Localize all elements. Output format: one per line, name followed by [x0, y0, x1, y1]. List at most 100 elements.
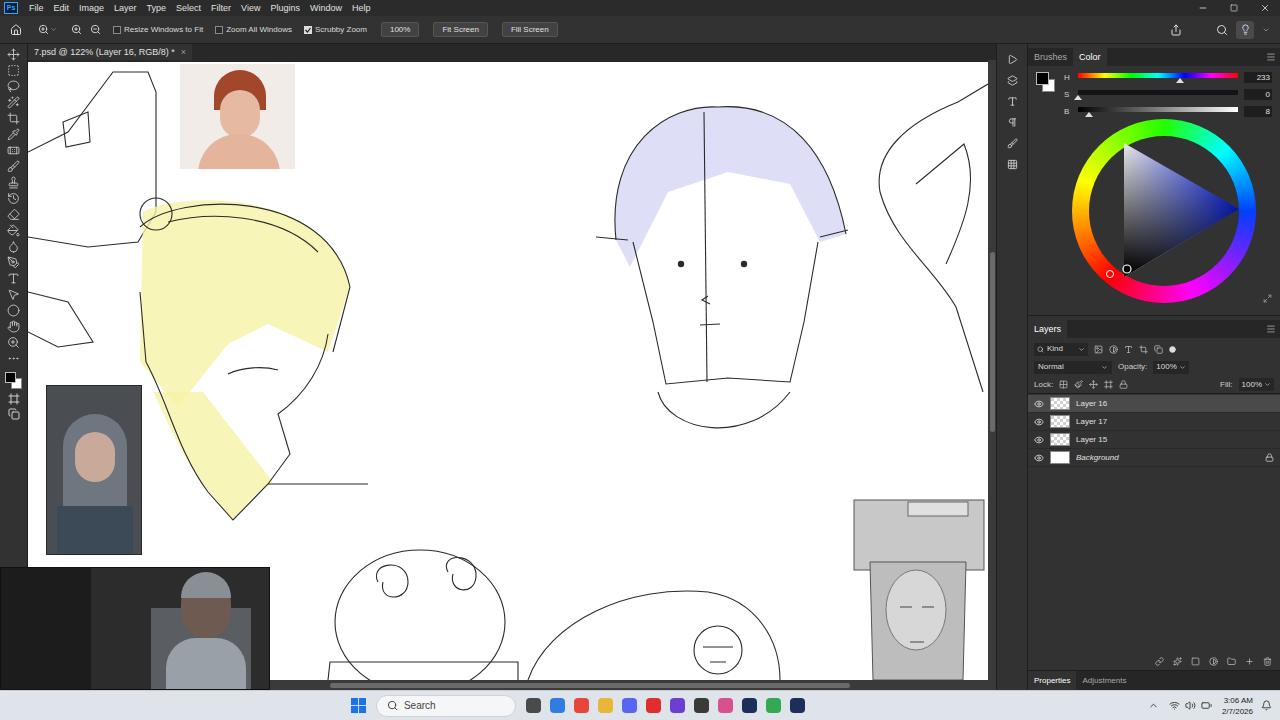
color-wheel[interactable] [1072, 119, 1256, 303]
taskbar-app-icon[interactable] [670, 698, 685, 713]
taskbar-app-icon[interactable] [718, 698, 733, 713]
delete-layer-icon[interactable] [1263, 657, 1272, 666]
hue-marker[interactable] [1106, 270, 1114, 278]
screen-mode-icon[interactable] [8, 408, 20, 420]
taskbar-search[interactable]: Search [376, 695, 516, 717]
grid-icon[interactable] [1007, 159, 1018, 170]
slider-value[interactable]: 8 [1244, 106, 1272, 117]
menu-item[interactable]: Help [347, 0, 376, 16]
layer-mask-icon[interactable] [1191, 657, 1200, 666]
lock-all-icon[interactable] [1119, 380, 1128, 389]
color-triangle[interactable] [1072, 119, 1256, 303]
eraser-icon[interactable] [7, 208, 20, 221]
shape-icon[interactable] [7, 304, 20, 317]
color-swatches[interactable] [1036, 72, 1056, 94]
character-icon[interactable] [1007, 96, 1018, 107]
lock-transparency-icon[interactable] [1059, 380, 1068, 389]
wifi-icon[interactable] [1169, 700, 1180, 711]
brush-icon[interactable] [7, 160, 20, 173]
zoom-icon[interactable] [7, 336, 20, 349]
layer-style-icon[interactable] [1173, 657, 1182, 666]
clock[interactable]: 3:06 AM2/7/2026 [1222, 695, 1253, 717]
panel-tab[interactable]: Color [1073, 48, 1107, 66]
panel-tab[interactable]: Layers [1028, 320, 1067, 338]
taskbar-app-icon[interactable] [694, 698, 709, 713]
smart-filter-icon[interactable] [1154, 345, 1163, 354]
option-checkbox[interactable]: Scrubby Zoom [304, 24, 367, 36]
lasso-icon[interactable] [7, 80, 20, 93]
taskbar-app-icon[interactable] [598, 698, 613, 713]
lock-position-icon[interactable] [1089, 380, 1098, 389]
visibility-icon[interactable] [1034, 399, 1044, 409]
menu-item[interactable]: Select [171, 0, 206, 16]
opacity-field[interactable]: 100% [1153, 361, 1188, 374]
crop-icon[interactable] [7, 112, 20, 125]
blur-icon[interactable] [7, 240, 20, 253]
pixel-filter-icon[interactable] [1094, 345, 1103, 354]
kind-filter[interactable]: Kind [1034, 343, 1088, 356]
layer-row[interactable]: Background [1028, 449, 1280, 467]
layer-row[interactable]: Layer 15 [1028, 431, 1280, 449]
adjustment-layer-icon[interactable] [1209, 657, 1218, 666]
app-logo[interactable]: Ps [4, 2, 18, 14]
menu-item[interactable]: Image [74, 0, 109, 16]
color-slider[interactable]: H233 [1064, 72, 1272, 83]
home-icon[interactable] [10, 24, 22, 36]
link-layers-icon[interactable] [1155, 657, 1164, 666]
search-icon[interactable] [1216, 24, 1228, 36]
shape-filter-icon[interactable] [1139, 345, 1148, 354]
notifications-icon[interactable] [1261, 700, 1272, 711]
close-icon[interactable] [1260, 3, 1270, 13]
taskbar-app-icon[interactable] [790, 698, 805, 713]
maximize-icon[interactable] [1230, 4, 1238, 12]
layer-row[interactable]: Layer 17 [1028, 413, 1280, 431]
fill-field[interactable]: 100% [1239, 378, 1274, 391]
new-layer-icon[interactable] [1245, 657, 1254, 666]
panel-tab[interactable]: Adjustments [1076, 671, 1132, 690]
tray-overflow-icon[interactable] [1148, 700, 1159, 711]
history-brush-icon[interactable] [7, 192, 20, 205]
taskbar-app-icon[interactable] [622, 698, 637, 713]
share-icon[interactable] [1170, 24, 1182, 36]
volume-icon[interactable] [1185, 700, 1196, 711]
zoom-out-icon[interactable] [90, 24, 101, 35]
menu-item[interactable]: Plugins [265, 0, 305, 16]
option-button[interactable]: 100% [381, 22, 419, 37]
color-slider[interactable]: S0 [1064, 89, 1272, 100]
path-select-icon[interactable] [7, 288, 20, 301]
slider-value[interactable]: 233 [1244, 72, 1272, 83]
taskbar-app-icon[interactable] [526, 698, 541, 713]
pen-icon[interactable] [7, 256, 20, 269]
hand-icon[interactable] [7, 320, 20, 333]
option-button[interactable]: Fit Screen [433, 22, 487, 37]
menu-item[interactable]: Edit [49, 0, 75, 16]
menu-item[interactable]: File [24, 0, 49, 16]
taskbar-app-icon[interactable] [646, 698, 661, 713]
taskbar-app-icon[interactable] [550, 698, 565, 713]
filter-toggle-icon[interactable] [1169, 346, 1176, 353]
taskbar-app-icon[interactable] [766, 698, 781, 713]
panel-menu-icon[interactable] [1266, 52, 1276, 62]
slider-value[interactable]: 0 [1244, 89, 1272, 100]
vertical-scrollbar[interactable] [988, 60, 996, 690]
type-icon[interactable] [7, 272, 20, 285]
blend-mode[interactable]: Normal [1034, 361, 1112, 374]
visibility-icon[interactable] [1034, 435, 1044, 445]
adjustment-filter-icon[interactable] [1109, 345, 1118, 354]
eyedropper-icon[interactable] [7, 128, 20, 141]
more-tools-icon[interactable] [7, 352, 20, 365]
stamp-icon[interactable] [7, 176, 20, 189]
document-tab[interactable]: 7.psd @ 122% (Layer 16, RGB/8) *× [28, 44, 192, 60]
panel-tab[interactable]: Properties [1028, 671, 1076, 690]
taskbar-app-icon[interactable] [742, 698, 757, 713]
marquee-icon[interactable] [7, 64, 20, 77]
color-slider[interactable]: B8 [1064, 106, 1272, 117]
option-button[interactable]: Fill Screen [502, 22, 558, 37]
paragraph-icon[interactable] [1007, 117, 1018, 128]
menu-item[interactable]: Type [142, 0, 172, 16]
minimize-icon[interactable] [1198, 3, 1208, 13]
panel-tab[interactable]: Brushes [1028, 48, 1073, 66]
lock-pixels-icon[interactable] [1074, 380, 1083, 389]
layer-row[interactable]: Layer 16 [1028, 395, 1280, 413]
actions-icon[interactable] [1007, 54, 1018, 65]
